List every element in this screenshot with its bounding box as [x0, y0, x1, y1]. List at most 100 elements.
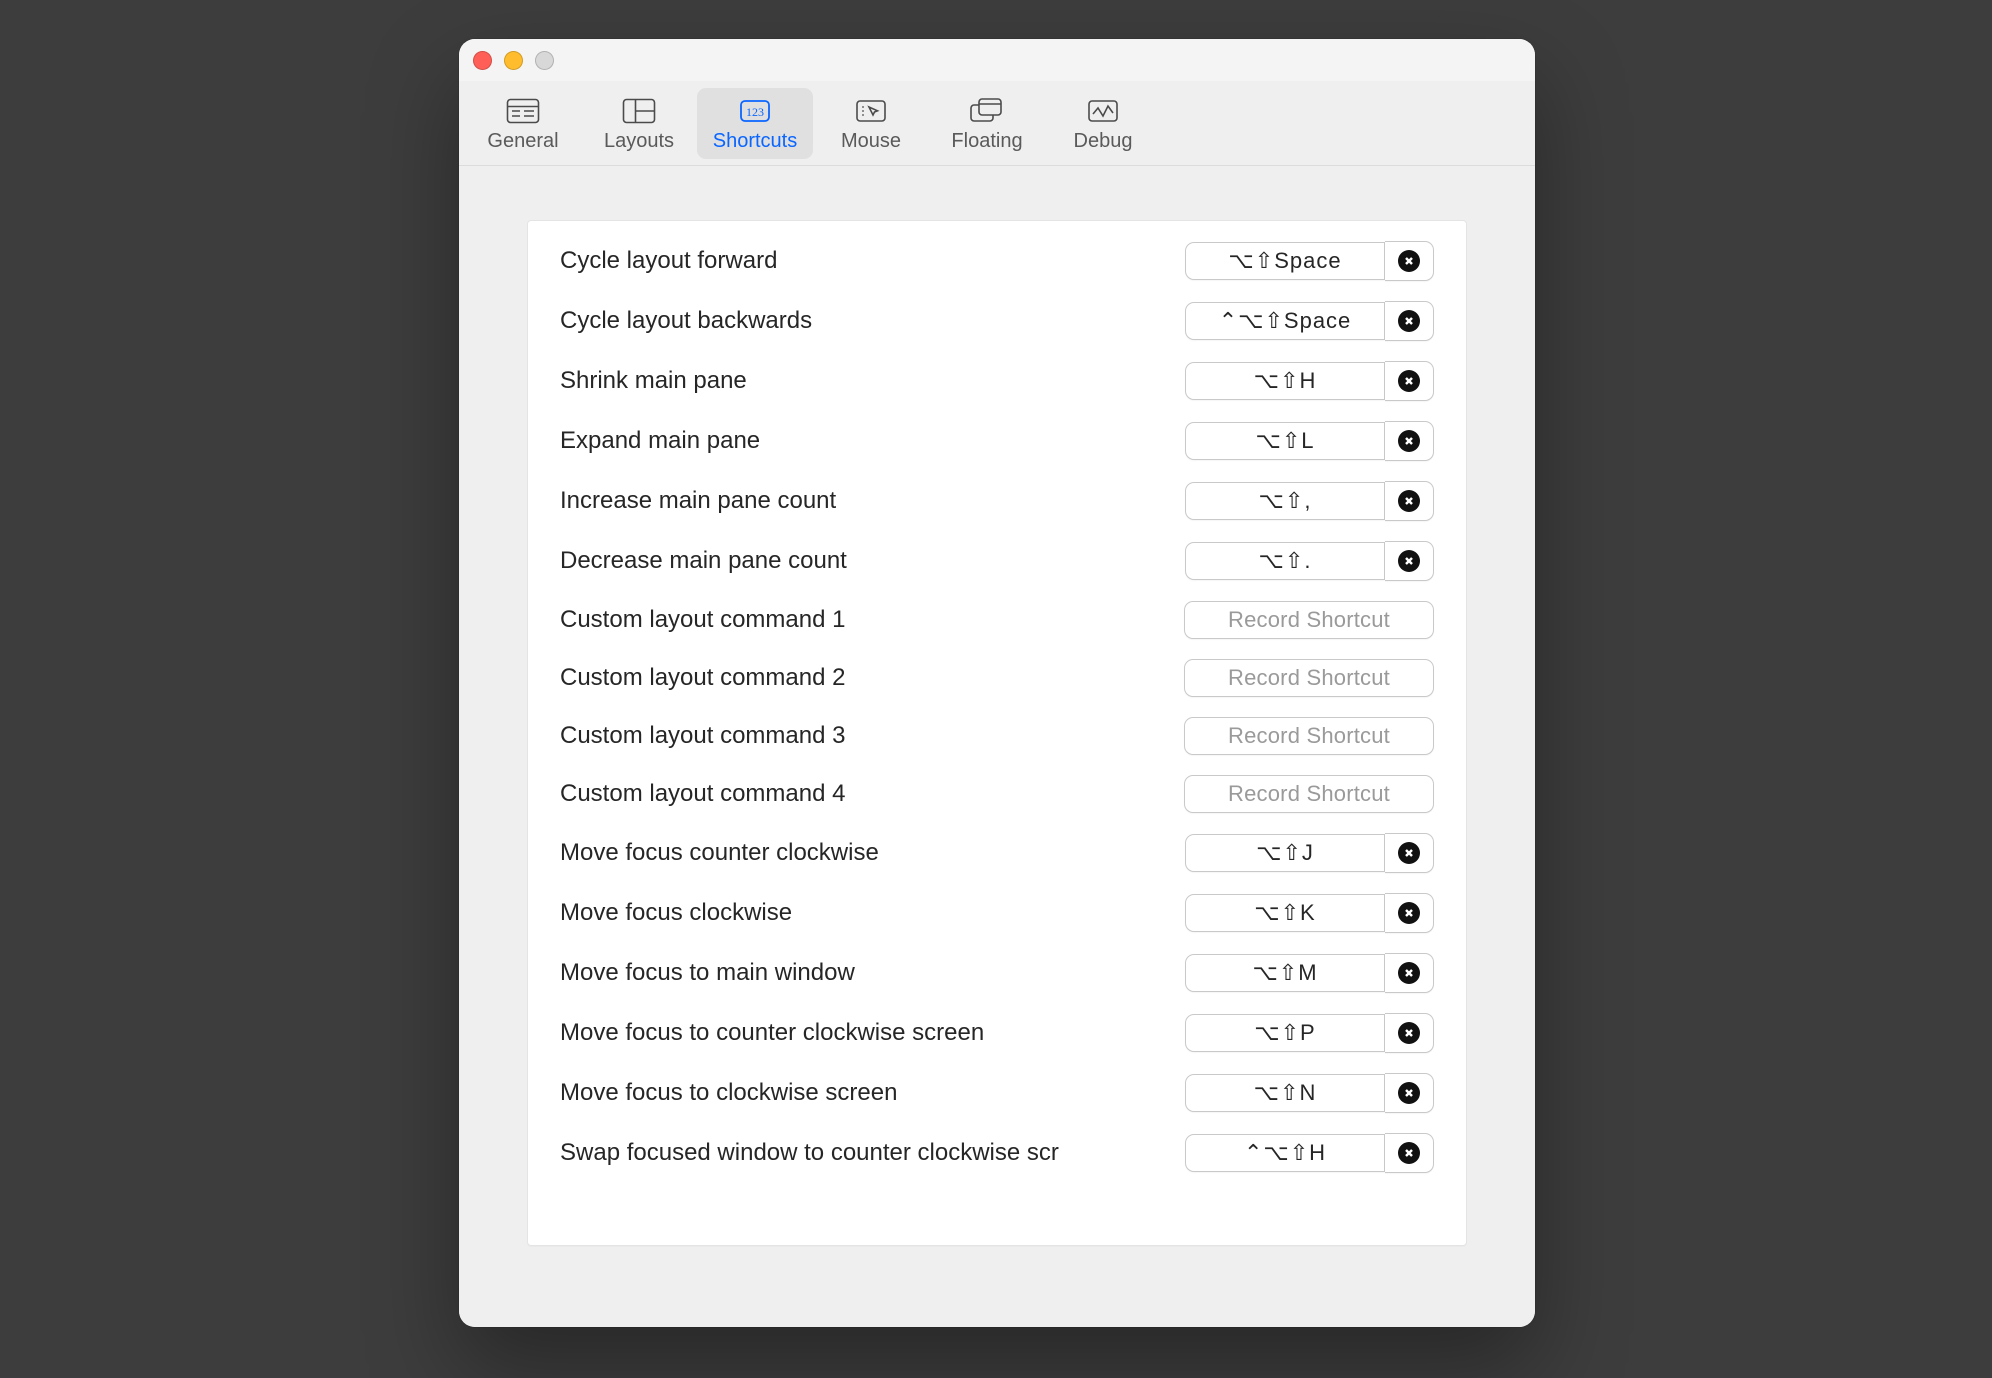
shortcut-value: Record Shortcut [1228, 781, 1390, 807]
shortcut-name: Move focus to main window [560, 959, 1165, 987]
shortcut-recorder[interactable]: Record Shortcut [1184, 775, 1434, 813]
shortcut-row: Custom layout command 4Record Shortcut [528, 765, 1466, 823]
shortcut-row: Move focus to clockwise screen ⌥⇧N [528, 1063, 1466, 1123]
tab-general[interactable]: General [465, 88, 581, 159]
tab-label: General [487, 130, 558, 153]
shortcut-control: ⌥⇧Space [1185, 241, 1434, 281]
shortcut-name: Decrease main pane count [560, 547, 1165, 575]
shortcut-recorder[interactable]: ⌃⌥⇧Space [1185, 302, 1385, 340]
shortcut-name: Move focus to clockwise screen [560, 1079, 1165, 1107]
preferences-content: Cycle layout forward⌥⇧Space Cycle layout … [459, 166, 1535, 1327]
shortcut-control: Record Shortcut [1184, 717, 1434, 755]
shortcut-row: Swap focused window to counter clockwise… [528, 1123, 1466, 1183]
tab-layouts[interactable]: Layouts [581, 88, 697, 159]
tab-mouse[interactable]: Mouse [813, 88, 929, 159]
svg-text:123: 123 [746, 105, 764, 119]
shortcut-recorder[interactable]: ⌥⇧K [1185, 894, 1385, 932]
shortcut-recorder[interactable]: ⌃⌥⇧H [1185, 1134, 1385, 1172]
shortcut-name: Move focus to counter clockwise screen [560, 1019, 1165, 1047]
shortcut-name: Custom layout command 2 [560, 664, 1164, 692]
shortcut-control: Record Shortcut [1184, 659, 1434, 697]
shortcut-value: ⌥⇧N [1254, 1080, 1317, 1106]
shortcut-control: ⌥⇧N [1185, 1073, 1434, 1113]
shortcut-recorder[interactable]: ⌥⇧. [1185, 542, 1385, 580]
shortcut-name: Move focus counter clockwise [560, 839, 1165, 867]
tab-label: Layouts [604, 130, 674, 153]
shortcut-recorder[interactable]: ⌥⇧N [1185, 1074, 1385, 1112]
general-icon [506, 96, 540, 126]
shortcut-control: ⌥⇧, [1185, 481, 1434, 521]
clear-shortcut-button[interactable] [1385, 893, 1434, 933]
shortcut-control: ⌃⌥⇧Space [1185, 301, 1434, 341]
clear-shortcut-button[interactable] [1385, 833, 1434, 873]
shortcut-value: Record Shortcut [1228, 607, 1390, 633]
shortcut-recorder[interactable]: ⌥⇧P [1185, 1014, 1385, 1052]
clear-shortcut-button[interactable] [1385, 953, 1434, 993]
clear-shortcut-button[interactable] [1385, 1013, 1434, 1053]
shortcut-row: Shrink main pane ⌥⇧H [528, 351, 1466, 411]
shortcut-recorder[interactable]: ⌥⇧M [1185, 954, 1385, 992]
clear-shortcut-button[interactable] [1385, 241, 1434, 281]
close-icon [1398, 842, 1420, 864]
tab-label: Shortcuts [713, 130, 797, 153]
shortcut-row: Move focus to counter clockwise screen ⌥⇧… [528, 1003, 1466, 1063]
shortcut-name: Swap focused window to counter clockwise… [560, 1139, 1165, 1167]
clear-shortcut-button[interactable] [1385, 481, 1434, 521]
close-icon [1398, 430, 1420, 452]
shortcut-control: ⌥⇧K [1185, 893, 1434, 933]
shortcut-control: ⌥⇧J [1185, 833, 1434, 873]
titlebar [459, 39, 1535, 82]
mouse-icon [854, 96, 888, 126]
shortcut-control: ⌥⇧H [1185, 361, 1434, 401]
layouts-icon [622, 96, 656, 126]
shortcut-row: Custom layout command 1Record Shortcut [528, 591, 1466, 649]
tab-debug[interactable]: Debug [1045, 88, 1161, 159]
shortcut-row: Decrease main pane count ⌥⇧. [528, 531, 1466, 591]
shortcut-recorder[interactable]: Record Shortcut [1184, 659, 1434, 697]
shortcut-name: Cycle layout backwards [560, 307, 1165, 335]
shortcut-control: Record Shortcut [1184, 601, 1434, 639]
shortcut-value: ⌥⇧H [1254, 368, 1317, 394]
preferences-window: General Layouts 123 [459, 39, 1535, 1327]
shortcut-row: Custom layout command 3Record Shortcut [528, 707, 1466, 765]
tab-label: Floating [951, 130, 1022, 153]
shortcut-row: Move focus counter clockwise ⌥⇧J [528, 823, 1466, 883]
shortcut-value: ⌥⇧L [1255, 428, 1314, 454]
shortcut-control: ⌥⇧L [1185, 421, 1434, 461]
clear-shortcut-button[interactable] [1385, 541, 1434, 581]
shortcut-recorder[interactable]: Record Shortcut [1184, 601, 1434, 639]
close-icon [1398, 1022, 1420, 1044]
shortcut-row: Expand main pane⌥⇧L [528, 411, 1466, 471]
shortcut-row: Cycle layout forward⌥⇧Space [528, 231, 1466, 291]
close-window-button[interactable] [473, 51, 492, 70]
clear-shortcut-button[interactable] [1385, 421, 1434, 461]
tab-shortcuts[interactable]: 123 Shortcuts [697, 88, 813, 159]
minimize-window-button[interactable] [504, 51, 523, 70]
close-icon [1398, 902, 1420, 924]
tab-floating[interactable]: Floating [929, 88, 1045, 159]
shortcut-recorder[interactable]: ⌥⇧H [1185, 362, 1385, 400]
clear-shortcut-button[interactable] [1385, 301, 1434, 341]
clear-shortcut-button[interactable] [1385, 361, 1434, 401]
tab-label: Debug [1074, 130, 1133, 153]
floating-icon [969, 96, 1005, 126]
shortcut-control: ⌥⇧M [1185, 953, 1434, 993]
shortcut-value: ⌥⇧J [1256, 840, 1314, 866]
shortcut-value: ⌥⇧K [1254, 900, 1315, 926]
shortcut-value: ⌥⇧P [1254, 1020, 1315, 1046]
shortcut-recorder[interactable]: ⌥⇧Space [1185, 242, 1385, 280]
tab-label: Mouse [841, 130, 901, 153]
close-icon [1398, 1142, 1420, 1164]
clear-shortcut-button[interactable] [1385, 1133, 1434, 1173]
shortcut-recorder[interactable]: ⌥⇧L [1185, 422, 1385, 460]
close-icon [1398, 550, 1420, 572]
shortcut-recorder[interactable]: ⌥⇧, [1185, 482, 1385, 520]
shortcut-name: Shrink main pane [560, 367, 1165, 395]
shortcut-recorder[interactable]: ⌥⇧J [1185, 834, 1385, 872]
clear-shortcut-button[interactable] [1385, 1073, 1434, 1113]
close-icon [1398, 962, 1420, 984]
zoom-window-button[interactable] [535, 51, 554, 70]
shortcut-name: Increase main pane count [560, 487, 1165, 515]
shortcut-recorder[interactable]: Record Shortcut [1184, 717, 1434, 755]
shortcut-control: ⌥⇧P [1185, 1013, 1434, 1053]
